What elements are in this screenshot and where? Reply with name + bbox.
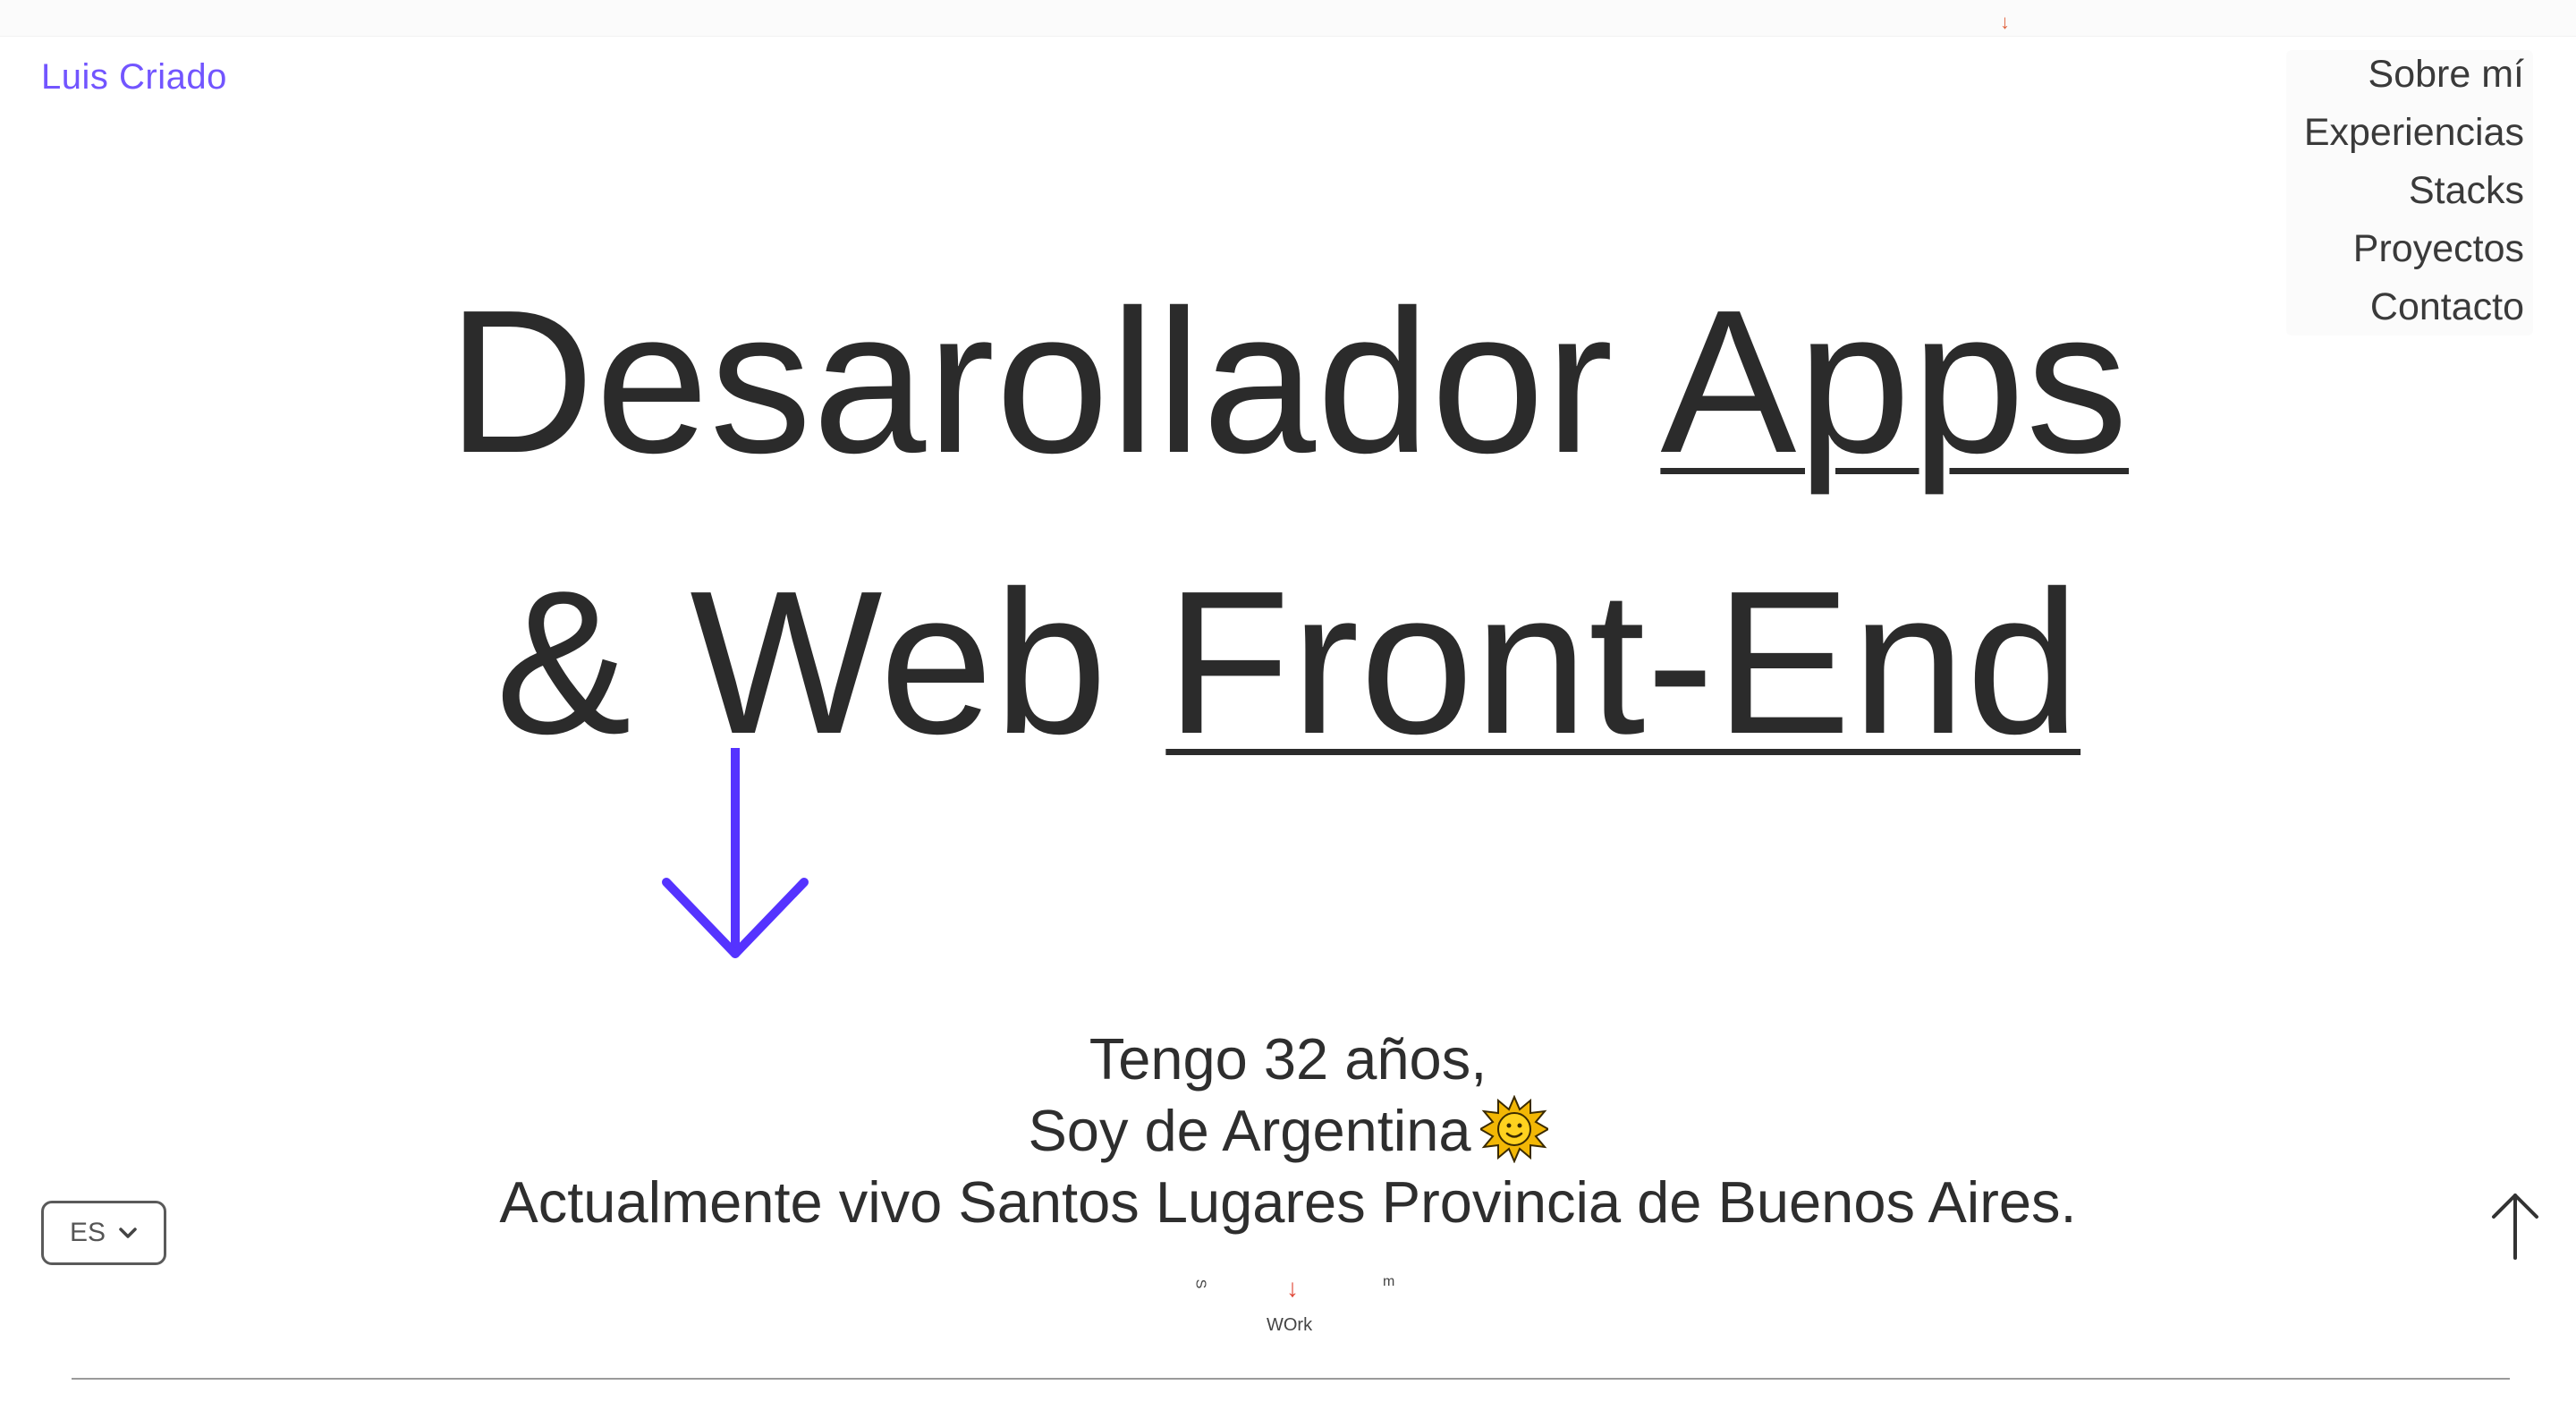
bio-location: Actualmente vivo Santos Lugares Provinci…	[499, 1169, 2077, 1235]
hero-heading: Desarollador Apps & Web Front-End	[0, 242, 2576, 803]
hero-text-desarollador: Desarollador	[446, 268, 1661, 496]
sun-icon	[1479, 1095, 1548, 1163]
portfolio-page: ↓ Luis Criado Sobre mí Experiencias Stac…	[0, 0, 2576, 1419]
bottom-divider	[72, 1378, 2510, 1380]
work-left-glyph: S	[1192, 1279, 1208, 1289]
hero-text-web: & Web	[495, 549, 1166, 777]
top-strip: ↓	[0, 0, 2576, 37]
hero-text-apps: Apps	[1660, 268, 2130, 496]
bio-age: Tengo 32 años,	[1089, 1026, 1487, 1092]
work-right-glyph: m	[1383, 1274, 1395, 1289]
hero-line-2: & Web Front-End	[496, 549, 2080, 777]
top-scroll-marker: ↓	[2000, 11, 2010, 33]
arrow-up-icon[interactable]	[2488, 1190, 2542, 1262]
work-marker[interactable]: S ↓ m WOrk	[1181, 1270, 1413, 1342]
hero-line-1: Desarollador Apps	[447, 268, 2129, 496]
language-select[interactable]: ES	[41, 1201, 166, 1265]
brand-logo[interactable]: Luis Criado	[41, 57, 227, 98]
work-arrow-icon: ↓	[1286, 1274, 1299, 1302]
nav-item-sobre-mi[interactable]: Sobre mí	[2368, 54, 2524, 96]
bio-origin: Soy de Argentina	[1028, 1098, 1471, 1163]
chevron-down-icon	[119, 1228, 137, 1238]
nav-item-stacks[interactable]: Stacks	[2409, 170, 2524, 212]
bio-block: Tengo 32 años, Soy de Argentina Actualme…	[0, 1024, 2576, 1238]
bio-origin-line: Soy de Argentina	[0, 1095, 2576, 1167]
work-label: WOrk	[1267, 1315, 1313, 1335]
hero-text-front-end: Front-End	[1165, 549, 2081, 777]
arrow-down-icon	[662, 748, 809, 958]
language-select-value: ES	[69, 1218, 106, 1247]
nav-item-experiencias[interactable]: Experiencias	[2304, 112, 2524, 154]
